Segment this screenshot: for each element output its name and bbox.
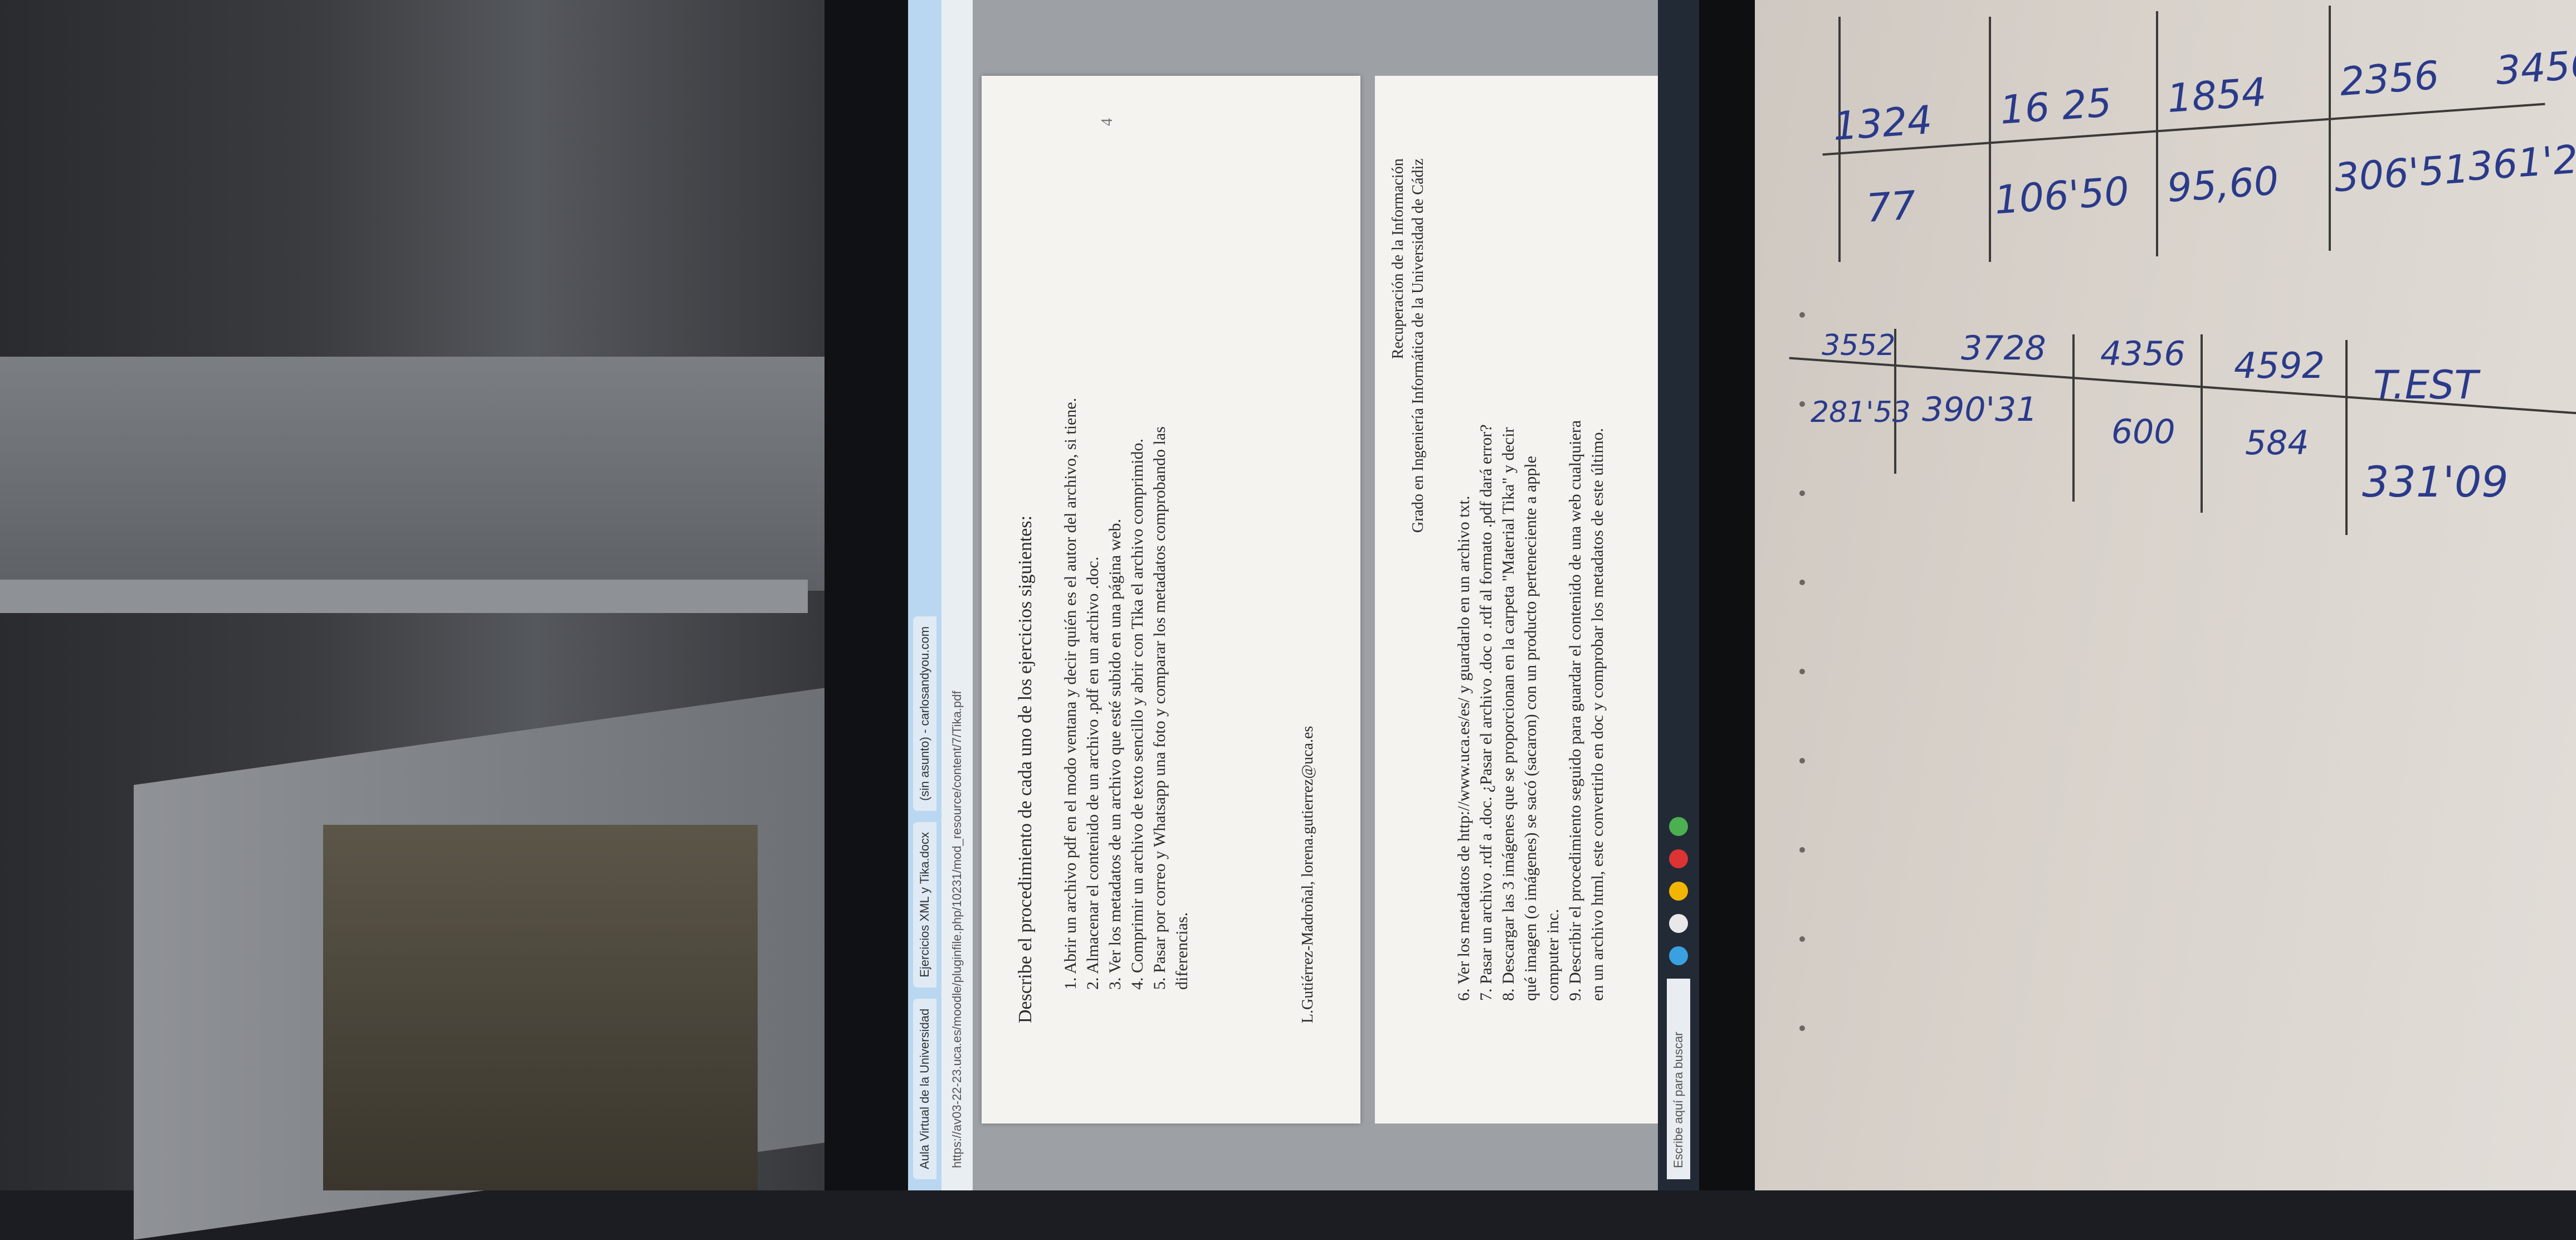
exercise-item: 2. Almacenar el contenido de un archivo …	[1084, 556, 1102, 990]
table-line	[2345, 340, 2348, 535]
note-value: 390'31	[1922, 390, 2038, 429]
header-degree: Grado en Ingeniería Informática de la Un…	[1409, 158, 1427, 533]
exercise-item: 3. Ver los metadatos de un archivo que e…	[1106, 518, 1124, 990]
exercise-item: 7. Pasar un archivo .rdf a .doc. ¿Pasar …	[1477, 424, 1495, 1001]
exercise-item: computer inc.	[1544, 909, 1562, 1001]
note-value: 4592	[2234, 346, 2325, 387]
note-value: 4356	[2100, 334, 2185, 373]
note-value: 281'53	[1811, 396, 1911, 429]
monitor-bezel	[824, 0, 908, 1190]
note-value: 361'21	[2466, 134, 2576, 190]
table-line	[2156, 11, 2158, 256]
taskbar-search[interactable]: Escribe aquí para buscar	[1667, 979, 1690, 1179]
binder-hole	[1799, 669, 1805, 674]
table-line	[1989, 17, 1991, 262]
note-value: 3456	[2494, 41, 2576, 94]
table-line	[2201, 334, 2203, 513]
exercise-list-2: 6. Ver los metadatos de http://www.uca.e…	[1453, 420, 1609, 1001]
binder-hole	[1799, 758, 1805, 764]
note-value: 2356	[2338, 52, 2441, 105]
exercise-item: qué imagen (o imágenes) se sacó (sacaron…	[1521, 456, 1540, 1001]
shelf-edge	[0, 580, 808, 613]
exercise-item: 9. Describir el procedimiento seguido pa…	[1566, 420, 1584, 1001]
pdf-page-5: Recuperación de la Información Grado en …	[1375, 76, 1676, 1124]
note-value: 1854	[2165, 69, 2268, 122]
exercise-item: 1. Abrir un archivo pdf en el modo venta…	[1061, 397, 1080, 990]
header-course: Recuperación de la Información	[1389, 158, 1407, 359]
table-line	[2072, 334, 2075, 502]
binder-hole	[1799, 1025, 1805, 1031]
handwritten-notes: 1324 16 25 1854 2356 3456 77 106'50 95,6…	[1755, 0, 2576, 1190]
screen-content: Aula Virtual de la Universidad Ejercicio…	[908, 0, 1699, 1190]
exercise-item: 6. Ver los metadatos de http://www.uca.e…	[1455, 495, 1473, 1001]
exercise-item: 4. Comprimir un archivo de texto sencill…	[1128, 439, 1146, 990]
address-url: https://av03-22-23.uca.es/moodle/pluginf…	[950, 690, 964, 1168]
author-footer: L.Gutiérrez-Madroñal, lorena.gutierrez@u…	[1299, 726, 1316, 1023]
note-value: 3728	[1961, 329, 2046, 368]
note-value: 77	[1865, 182, 1918, 232]
exercise-item: en un archivo html, este convertirlo en …	[1588, 427, 1607, 1001]
note-value: 16 25	[1998, 80, 2114, 133]
binder-hole	[1799, 936, 1805, 942]
exercise-list: 1. Abrir un archivo pdf en el modo venta…	[1060, 398, 1193, 990]
note-value: 306'51	[2333, 145, 2471, 201]
browser-tab-bar: Aula Virtual de la Universidad Ejercicio…	[908, 0, 941, 1190]
note-value: 106'50	[1993, 168, 2131, 223]
monitor-screen: Aula Virtual de la Universidad Ejercicio…	[908, 0, 1699, 1190]
exercise-item: 5. Pasar por correo y Whatsapp una foto …	[1150, 426, 1169, 990]
exercise-intro: Describe el procedimiento de cada uno de…	[1015, 515, 1036, 1023]
tab-email[interactable]: (sin asunto) - carlosandyou.com	[913, 616, 936, 811]
page-number: 4	[1099, 118, 1116, 126]
binder-hole	[1799, 490, 1805, 496]
edge-icon[interactable]	[1669, 946, 1688, 965]
pdf-viewer: Describe el procedimiento de cada uno de…	[973, 0, 1676, 1190]
note-value: 331'09	[2362, 457, 2509, 507]
page-header: Recuperación de la Información Grado en …	[1388, 158, 1428, 533]
note-value: 1324	[1831, 96, 1934, 150]
exercise-item: 8. Descargar las 3 imágenes que se propo…	[1499, 427, 1518, 1001]
pdf-page-4: Describe el procedimiento de cada uno de…	[982, 76, 1360, 1124]
binder-hole	[1799, 580, 1805, 585]
table-line	[2329, 6, 2331, 251]
binder-hole	[1799, 312, 1805, 318]
framed-picture	[323, 825, 758, 1190]
note-value: T.EST	[2373, 362, 2479, 408]
chrome-icon[interactable]	[1669, 817, 1688, 836]
shelf	[0, 357, 824, 591]
exercise-item: diferencias.	[1173, 912, 1191, 990]
binder-hole	[1799, 401, 1805, 407]
note-value: 584	[2245, 424, 2309, 463]
binder-hole	[1799, 847, 1805, 853]
acrobat-icon[interactable]	[1669, 849, 1688, 868]
task-view-icon[interactable]	[1669, 914, 1688, 933]
address-bar[interactable]: https://av03-22-23.uca.es/moodle/pluginf…	[941, 0, 973, 1190]
file-explorer-icon[interactable]	[1669, 882, 1688, 901]
note-value: 95,60	[2165, 158, 2281, 211]
note-value: 600	[2111, 412, 2175, 451]
windows-taskbar: Escribe aquí para buscar	[1658, 0, 1699, 1190]
tab-ejercicios[interactable]: Ejercicios XML y Tika.docx	[913, 821, 936, 988]
note-value: 3552	[1822, 329, 1896, 362]
tab-aula-virtual[interactable]: Aula Virtual de la Universidad	[913, 998, 936, 1179]
